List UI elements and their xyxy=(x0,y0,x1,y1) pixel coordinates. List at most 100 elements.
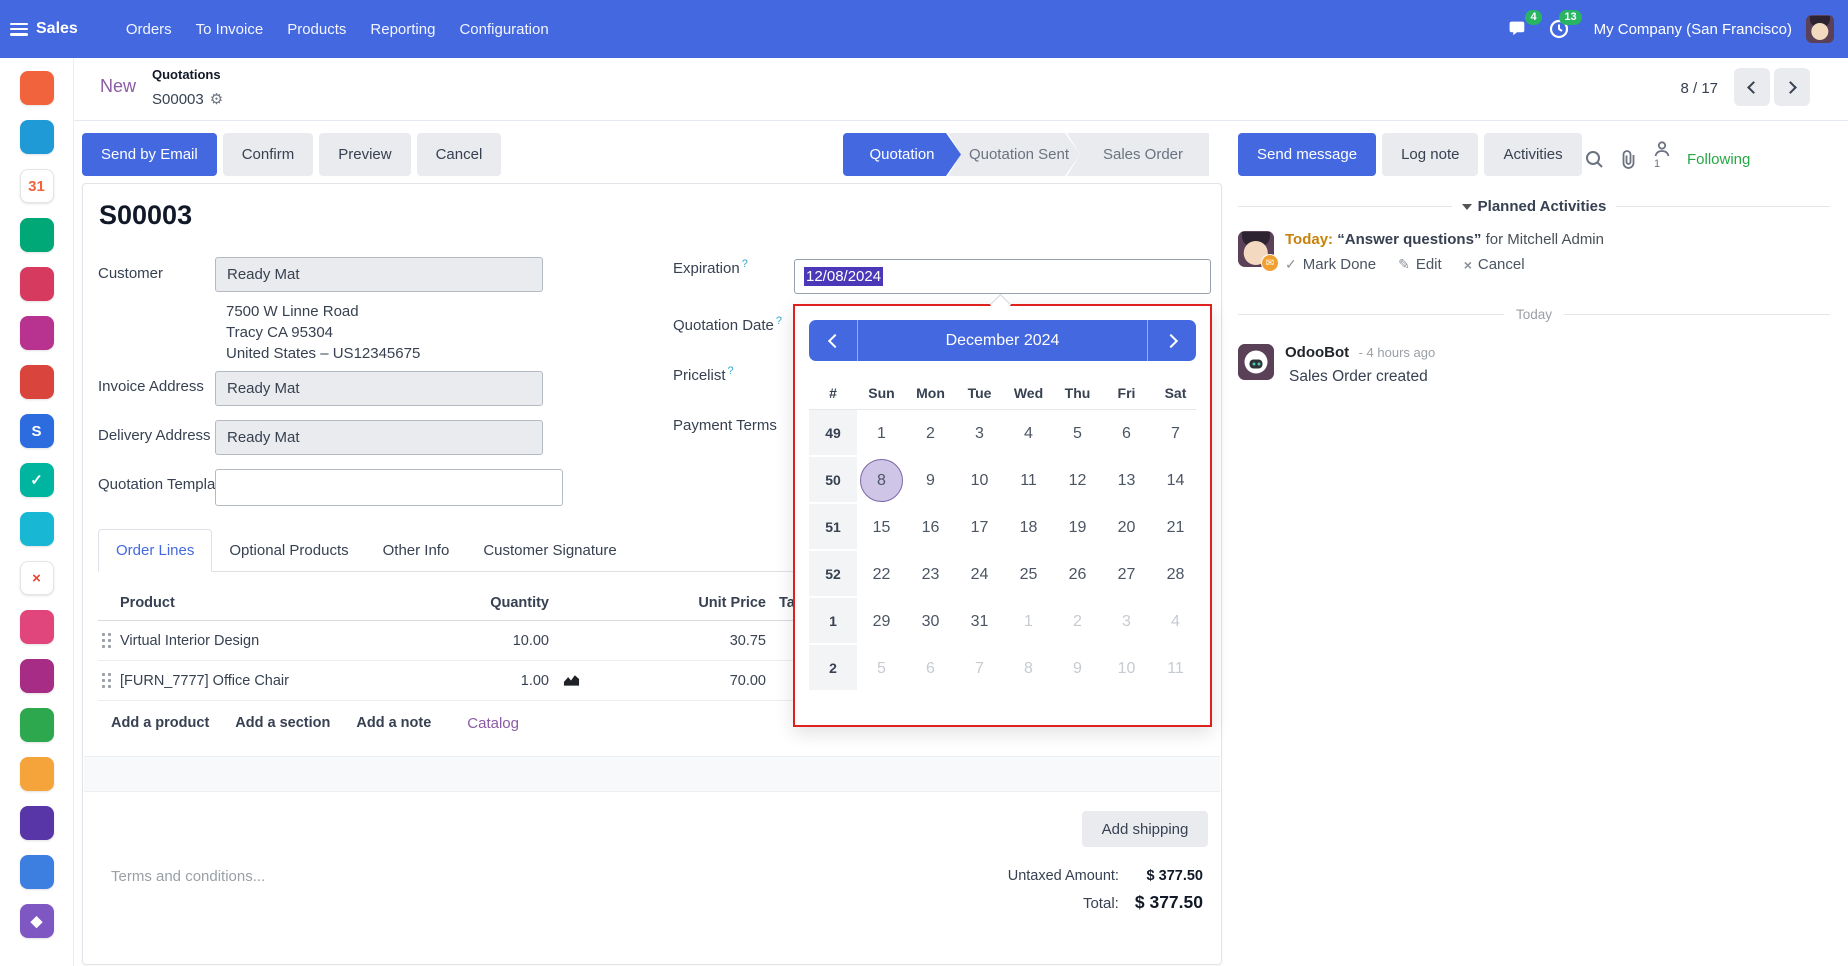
planned-activities-toggle[interactable]: Planned Activities xyxy=(1462,198,1607,215)
column-quantity[interactable]: Quantity xyxy=(420,595,549,611)
calendar-day[interactable]: 9 xyxy=(906,457,955,504)
calendar-day[interactable]: 17 xyxy=(955,504,1004,551)
catalog-link[interactable]: Catalog xyxy=(467,715,519,732)
followers-icon[interactable]: 1 xyxy=(1653,140,1671,178)
calendar-day[interactable]: 10 xyxy=(1102,645,1151,692)
status-step-quotation[interactable]: Quotation xyxy=(843,133,961,176)
status-step-sales-order[interactable]: Sales Order xyxy=(1067,133,1209,176)
calendar-day[interactable]: 7 xyxy=(1151,410,1200,457)
calendar-day[interactable]: 11 xyxy=(1151,645,1200,692)
drag-handle-icon[interactable] xyxy=(102,673,111,689)
calendar-day[interactable]: 5 xyxy=(857,645,906,692)
app-icon-barcode[interactable] xyxy=(20,610,54,644)
company-switcher[interactable]: My Company (San Francisco) xyxy=(1594,21,1792,38)
breadcrumb-new[interactable]: New xyxy=(100,76,136,97)
customer-field[interactable]: Ready Mat xyxy=(215,257,543,292)
calendar-day[interactable]: 10 xyxy=(955,457,1004,504)
calendar-day[interactable]: 19 xyxy=(1053,504,1102,551)
calendar-day[interactable]: 8 xyxy=(1004,645,1053,692)
gear-icon[interactable]: ⚙ xyxy=(210,90,223,108)
datepicker-month-title[interactable]: December 2024 xyxy=(858,320,1147,361)
tab-order-lines[interactable]: Order Lines xyxy=(98,529,212,572)
calendar-day[interactable]: 2 xyxy=(1053,598,1102,645)
preview-button[interactable]: Preview xyxy=(319,133,410,176)
send-message-button[interactable]: Send message xyxy=(1238,133,1376,176)
nav-menu-orders[interactable]: Orders xyxy=(116,15,182,44)
calendar-day[interactable]: 31 xyxy=(955,598,1004,645)
calendar-day[interactable]: 3 xyxy=(955,410,1004,457)
calendar-day[interactable]: 3 xyxy=(1102,598,1151,645)
help-marker-icon[interactable]: ? xyxy=(776,315,782,327)
calendar-day[interactable]: 24 xyxy=(955,551,1004,598)
status-step-quotation-sent[interactable]: Quotation Sent xyxy=(948,133,1080,176)
app-icon-contacts[interactable] xyxy=(20,855,54,889)
breadcrumb-parent[interactable]: Quotations xyxy=(152,67,221,82)
app-icon-events[interactable] xyxy=(20,806,54,840)
order-line-unit-price[interactable]: 70.00 xyxy=(549,673,766,689)
calendar-day[interactable]: 6 xyxy=(1102,410,1151,457)
app-icon-point-of-sale[interactable] xyxy=(20,267,54,301)
calendar-day[interactable]: 29 xyxy=(857,598,906,645)
order-line-quantity[interactable]: 1.00 xyxy=(420,673,549,689)
tab-other-info[interactable]: Other Info xyxy=(366,530,467,571)
calendar-day-selected[interactable]: 8 xyxy=(857,457,906,504)
cancel-button[interactable]: Cancel xyxy=(417,133,502,176)
tab-customer-signature[interactable]: Customer Signature xyxy=(466,530,633,571)
app-icon-employees[interactable] xyxy=(20,757,54,791)
calendar-day[interactable]: 18 xyxy=(1004,504,1053,551)
calendar-day[interactable]: 1 xyxy=(1004,598,1053,645)
app-icon-website[interactable] xyxy=(20,512,54,546)
send-by-email-button[interactable]: Send by Email xyxy=(82,133,217,176)
expiration-date-input[interactable]: 12/08/2024 xyxy=(794,259,1211,294)
order-line-product[interactable]: Virtual Interior Design xyxy=(120,633,420,649)
calendar-day[interactable]: 7 xyxy=(955,645,1004,692)
user-avatar[interactable] xyxy=(1806,15,1834,43)
nav-menu-reporting[interactable]: Reporting xyxy=(360,15,445,44)
calendar-day[interactable]: 15 xyxy=(857,504,906,551)
calendar-day[interactable]: 14 xyxy=(1151,457,1200,504)
calendar-day[interactable]: 23 xyxy=(906,551,955,598)
attachments-icon[interactable] xyxy=(1620,150,1637,169)
app-icon-inventory[interactable] xyxy=(20,659,54,693)
app-icon-graph[interactable] xyxy=(20,316,54,350)
confirm-button[interactable]: Confirm xyxy=(223,133,314,176)
app-icon-calendar[interactable]: 31 xyxy=(20,169,54,203)
help-marker-icon[interactable]: ? xyxy=(742,258,748,270)
following-toggle[interactable]: Following xyxy=(1687,151,1750,168)
edit-activity-button[interactable]: ✎Edit xyxy=(1398,256,1442,273)
app-icon-knowledge[interactable]: ◆ xyxy=(20,904,54,938)
calendar-day[interactable]: 11 xyxy=(1004,457,1053,504)
calendar-day[interactable]: 26 xyxy=(1053,551,1102,598)
nav-menu-to-invoice[interactable]: To Invoice xyxy=(186,15,274,44)
column-product[interactable]: Product xyxy=(120,595,420,611)
add-a-note-link[interactable]: Add a note xyxy=(356,715,431,731)
drag-handle-icon[interactable] xyxy=(102,633,111,649)
calendar-day[interactable]: 6 xyxy=(906,645,955,692)
calendar-day[interactable]: 30 xyxy=(906,598,955,645)
calendar-day[interactable]: 4 xyxy=(1151,598,1200,645)
terms-and-conditions-placeholder[interactable]: Terms and conditions... xyxy=(111,868,265,885)
calendar-day[interactable]: 5 xyxy=(1053,410,1102,457)
pager-next-button[interactable] xyxy=(1774,68,1810,106)
forecast-chart-icon[interactable] xyxy=(563,673,580,687)
tab-optional-products[interactable]: Optional Products xyxy=(212,530,365,571)
calendar-day[interactable]: 13 xyxy=(1102,457,1151,504)
apps-menu-icon[interactable] xyxy=(10,23,28,36)
calendar-day[interactable]: 2 xyxy=(906,410,955,457)
help-marker-icon[interactable]: ? xyxy=(728,365,734,377)
calendar-day[interactable]: 4 xyxy=(1004,410,1053,457)
pager-previous-button[interactable] xyxy=(1734,68,1770,106)
app-icon-sign[interactable] xyxy=(20,120,54,154)
app-icon-dashboards[interactable] xyxy=(20,365,54,399)
message-author[interactable]: OdooBot xyxy=(1285,344,1349,361)
order-line-product[interactable]: [FURN_7777] Office Chair xyxy=(120,673,420,689)
calendar-day[interactable]: 16 xyxy=(906,504,955,551)
mark-done-button[interactable]: ✓Mark Done xyxy=(1285,256,1376,273)
datepicker-prev-month-button[interactable] xyxy=(809,320,858,361)
order-line-quantity[interactable]: 10.00 xyxy=(420,633,549,649)
calendar-day[interactable]: 28 xyxy=(1151,551,1200,598)
app-icon-manufacturing[interactable] xyxy=(20,708,54,742)
messages-icon[interactable]: 4 xyxy=(1504,14,1534,44)
search-messages-icon[interactable] xyxy=(1585,150,1604,169)
calendar-day[interactable]: 20 xyxy=(1102,504,1151,551)
